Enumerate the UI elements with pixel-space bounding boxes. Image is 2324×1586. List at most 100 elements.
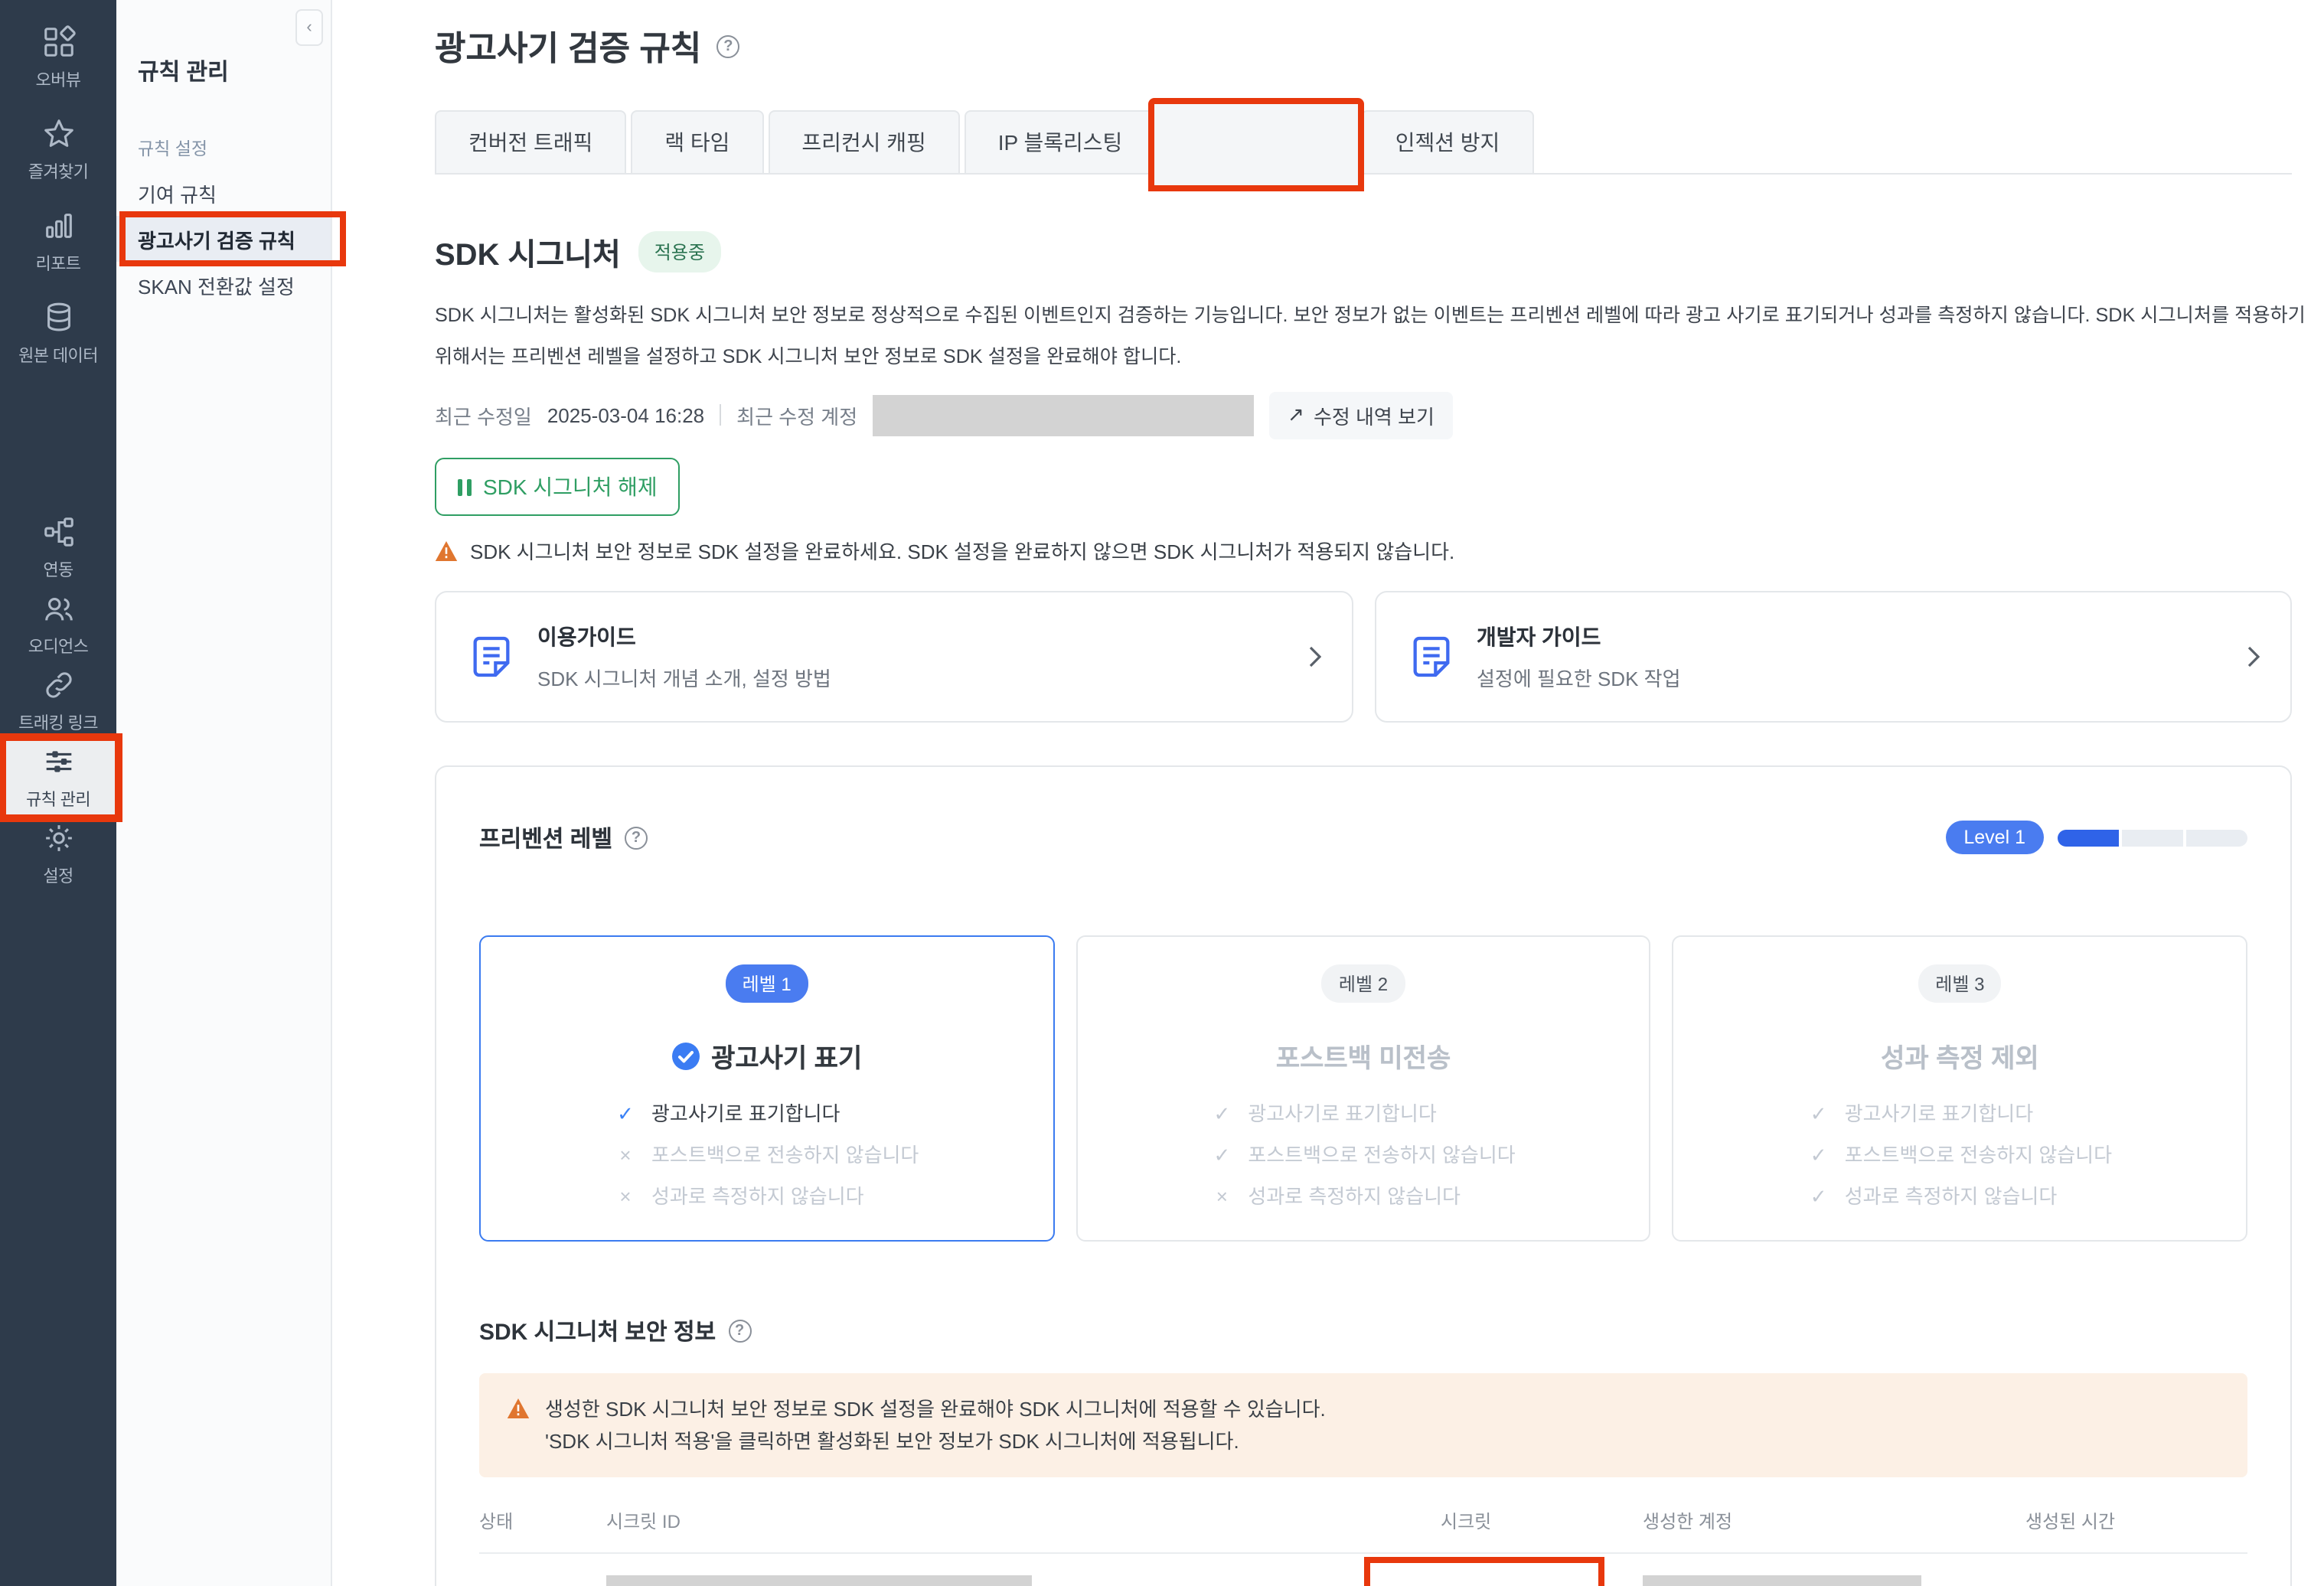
tab-sdk-signature[interactable]: SDK 시그니처: [1160, 110, 1356, 175]
menu-item-label: 광고사기 검증 규칙: [138, 224, 295, 253]
database-icon: [41, 300, 76, 335]
warning-text: SDK 시그니처 보안 정보로 SDK 설정을 완료하세요. SDK 설정을 완…: [470, 536, 1454, 565]
sidebar-collapse-button[interactable]: ‹: [295, 9, 323, 46]
tab-injection-prevention[interactable]: 인젝션 방지: [1362, 110, 1534, 173]
sidebar-item-audience[interactable]: 오디언스: [0, 586, 116, 663]
sidebar-item-rule-management[interactable]: 규칙 관리: [0, 739, 116, 816]
level-1-card[interactable]: 레벨 1 광고사기 표기 ✓광고사기로 표기합니다 ×포스트백으로 전송하지 않…: [479, 935, 1054, 1242]
bar-chart-icon: [41, 208, 76, 243]
document-icon: [1406, 632, 1455, 681]
sidebar-item-raw-data[interactable]: 원본 데이터: [0, 288, 116, 380]
modified-date-value: 2025-03-04 16:28: [547, 403, 704, 426]
sidebar-item-label: 즐겨찾기: [28, 159, 89, 184]
level-pill: 레벨 1: [726, 964, 808, 1003]
secret-cell: ***************: [1364, 1554, 1643, 1586]
security-info-heading: SDK 시그니처 보안 정보: [479, 1314, 751, 1346]
chevron-right-icon: [1308, 646, 1320, 667]
help-icon[interactable]: [625, 826, 648, 849]
secondary-sidebar-title: 규칙 관리: [138, 55, 331, 87]
sdk-signature-heading: SDK 시그니처: [435, 230, 621, 274]
guide-card-subtitle: 설정에 필요한 SDK 작업: [1477, 663, 1681, 692]
tab-ip-blocklisting[interactable]: IP 블록리스팅: [965, 110, 1157, 173]
column-header-secret-id: 시크릿 ID: [606, 1508, 1364, 1534]
sidebar-item-settings[interactable]: 설정: [0, 816, 116, 893]
menu-item-label: 기여 규칙: [138, 178, 217, 207]
level-card-title: 포스트백 미전송: [1077, 1036, 1649, 1075]
notice-line: 'SDK 시그니처 적용'을 클릭하면 활성화된 보안 정보가 SDK 시그니처…: [545, 1425, 1326, 1457]
level-indicator: Level 1: [1945, 821, 2247, 854]
disable-sdk-signature-button[interactable]: SDK 시그니처 해제: [435, 458, 681, 516]
chevron-left-icon: ‹: [306, 18, 312, 37]
help-icon[interactable]: [716, 34, 739, 57]
developer-guide-card[interactable]: 개발자 가이드 설정에 필요한 SDK 작업: [1374, 591, 2292, 723]
table-row: *************** 2025-03-0416:28:45: [479, 1552, 2247, 1586]
menu-item-label: SKAN 전환값 설정: [138, 270, 295, 299]
chevron-right-icon: [2247, 646, 2260, 667]
status-badge: 적용중: [639, 231, 720, 272]
modified-date-label: 최근 수정일: [435, 400, 532, 429]
sidebar-item-reports[interactable]: 리포트: [0, 196, 116, 288]
document-icon: [467, 632, 516, 681]
progress-segment: [2186, 829, 2247, 846]
level-2-card[interactable]: 레벨 2 포스트백 미전송 ✓광고사기로 표기합니다 ✓포스트백으로 전송하지 …: [1076, 935, 1650, 1242]
sdk-signature-description: SDK 시그니처는 활성화된 SDK 시그니처 보안 정보로 정상적으로 수집된…: [435, 295, 2292, 378]
pause-icon: [458, 478, 471, 495]
check-icon: ✓: [1808, 1185, 1829, 1209]
gear-icon: [41, 821, 76, 856]
app-root: 오버뷰 즐겨찾기 리포트: [0, 0, 2324, 1586]
column-header-secret: 시크릿: [1364, 1508, 1643, 1534]
help-icon[interactable]: [728, 1319, 751, 1342]
overview-grid-icon: [41, 24, 76, 60]
check-icon: ✓: [1808, 1144, 1829, 1168]
sidebar-item-skan-conversion[interactable]: SKAN 전환값 설정: [116, 262, 331, 308]
tab-label: IP 블록리스팅: [998, 130, 1123, 155]
tab-conversion-traffic[interactable]: 컨버전 트래픽: [435, 110, 626, 173]
sidebar-item-attribution-rules[interactable]: 기여 규칙: [116, 170, 331, 216]
level-3-card[interactable]: 레벨 3 성과 측정 제외 ✓광고사기로 표기합니다 ✓포스트백으로 전송하지 …: [1673, 935, 2247, 1242]
sidebar-item-label: 오디언스: [28, 634, 89, 658]
view-history-button[interactable]: ↗ 수정 내역 보기: [1269, 391, 1453, 439]
sidebar-item-label: 원본 데이터: [18, 343, 98, 367]
description-line: 위해서는 프리벤션 레벨을 설정하고 SDK 시그니처 보안 정보로 SDK 설…: [435, 337, 2292, 378]
guide-card-title: 이용가이드: [537, 622, 831, 652]
guide-cards: 이용가이드 SDK 시그니처 개념 소개, 설정 방법 개발자 가이드 설정에 …: [435, 591, 2292, 723]
level-card-title: 성과 측정 제외: [1674, 1036, 2246, 1075]
rule-text: 성과로 측정하지 않습니다: [1248, 1185, 1461, 1209]
table-header-row: 상태 시크릿 ID 시크릿 생성한 계정 생성된 시간: [479, 1499, 2247, 1552]
sliders-icon: [41, 744, 76, 779]
modified-account-label: 최근 수정 계정: [736, 400, 857, 429]
tab-frequency-capping[interactable]: 프리컨시 캐핑: [768, 110, 959, 173]
cross-icon: ×: [615, 1144, 636, 1168]
sdk-setup-warning: SDK 시그니처 보안 정보로 SDK 설정을 완료하세요. SDK 설정을 완…: [435, 536, 2292, 565]
secondary-sidebar: ‹ 규칙 관리 규칙 설정 기여 규칙 광고사기 검증 규칙 SKAN 전환값 …: [116, 0, 332, 1586]
sidebar-item-integrations[interactable]: 연동: [0, 510, 116, 586]
level-rules-list: ✓광고사기로 표기합니다 ✓포스트백으로 전송하지 않습니다 ×성과로 측정하지…: [1211, 1102, 1515, 1226]
tab-lag-time[interactable]: 랙 타임: [631, 110, 763, 173]
tab-bar: 컨버전 트래픽 랙 타임 프리컨시 캐핑 IP 블록리스팅 SDK 시그니처 인…: [435, 110, 2292, 175]
sidebar-item-tracking-links[interactable]: 트래킹 링크: [0, 663, 116, 739]
page-title: 광고사기 검증 규칙: [435, 21, 701, 70]
divider: [720, 404, 721, 426]
sidebar-item-label: 오버뷰: [36, 67, 81, 92]
check-icon: ✓: [1211, 1102, 1232, 1127]
sidebar-item-overview[interactable]: 오버뷰: [0, 12, 116, 104]
rule-text: 성과로 측정하지 않습니다: [1845, 1185, 2058, 1209]
guide-card-title: 개발자 가이드: [1477, 622, 1681, 652]
sidebar-item-favorites[interactable]: 즐겨찾기: [0, 104, 116, 196]
sidebar-item-ad-fraud-rules[interactable]: 광고사기 검증 규칙: [116, 216, 331, 262]
level-progress-bar: [2058, 829, 2247, 846]
sidebar-item-label: 규칙 관리: [26, 787, 90, 811]
tab-label: 인젝션 방지: [1395, 130, 1500, 155]
level-badge: Level 1: [1945, 821, 2044, 854]
level-rules-list: ✓광고사기로 표기합니다 ×포스트백으로 전송하지 않습니다 ×성과로 측정하지…: [615, 1102, 919, 1226]
user-guide-card[interactable]: 이용가이드 SDK 시그니처 개념 소개, 설정 방법: [435, 591, 1353, 723]
external-link-icon: ↗: [1288, 403, 1304, 427]
redacted-account-value: [873, 394, 1254, 436]
section-heading-text: 프리벤션 레벨: [479, 821, 612, 853]
level-pill: 레벨 3: [1918, 964, 2001, 1003]
tab-label: SDK 시그니처: [1194, 130, 1323, 155]
audience-icon: [41, 591, 76, 626]
check-icon: ✓: [1808, 1102, 1829, 1127]
sidebar-item-label: 연동: [43, 557, 73, 582]
notice-text: 생성한 SDK 시그니처 보안 정보로 SDK 설정을 완료해야 SDK 시그니…: [545, 1393, 1326, 1457]
